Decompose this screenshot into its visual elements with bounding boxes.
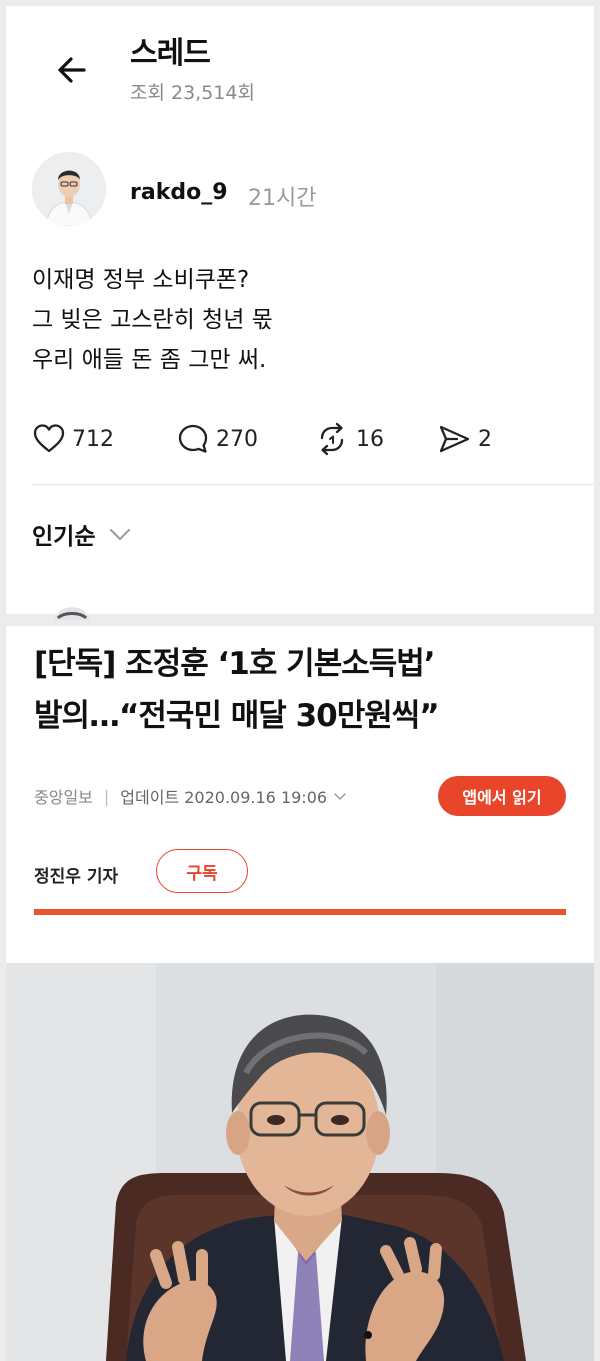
like-count: 712	[72, 426, 114, 452]
divider	[32, 484, 594, 485]
subscribe-button[interactable]: 구독	[156, 849, 248, 893]
repost-icon	[320, 422, 344, 456]
repost-count: 16	[356, 426, 384, 452]
back-button[interactable]	[48, 46, 96, 94]
post-line: 우리 애들 돈 좀 그만 써.	[32, 347, 267, 373]
avatar[interactable]	[32, 152, 106, 226]
meta-separator: |	[103, 786, 110, 806]
share-count: 2	[478, 426, 492, 452]
avatar-photo	[32, 152, 106, 226]
comment-count: 270	[216, 426, 258, 452]
chevron-down-icon[interactable]	[333, 789, 347, 803]
article-photo	[6, 963, 594, 1361]
post-body: 이재명 정부 소비쿠폰? 그 빚은 고스란히 청년 몫 우리 애들 돈 좀 그만…	[32, 260, 273, 380]
headline-line: [단독] 조정훈 ‘1호 기본소득법’	[34, 646, 436, 682]
chevron-down-icon	[110, 529, 131, 540]
article-meta: 중앙일보 | 업데이트 2020.09.16 19:06	[34, 784, 347, 808]
article-headline[interactable]: [단독] 조정훈 ‘1호 기본소득법’ 발의…“전국민 매달 30만원씩”	[34, 638, 440, 742]
sort-label: 인기순	[32, 524, 96, 550]
sort-dropdown[interactable]: 인기순	[32, 514, 133, 554]
accent-divider	[34, 909, 566, 915]
comment-button[interactable]: 270	[176, 416, 258, 462]
news-article: [단독] 조정훈 ‘1호 기본소득법’ 발의…“전국민 매달 30만원씩” 중앙…	[6, 626, 594, 1361]
action-bar: 712 270 16 2	[32, 416, 572, 462]
updated-time: 업데이트 2020.09.16 19:06	[120, 788, 328, 807]
share-icon	[439, 425, 470, 453]
next-reply-avatar	[52, 606, 92, 620]
news-source: 중앙일보	[34, 788, 93, 807]
repost-button[interactable]: 16	[314, 416, 384, 462]
back-arrow-icon	[58, 57, 86, 83]
thread-panel: 스레드 조회 23,514회 rakdo_9 21시간 이재명 정부 소비쿠폰?…	[6, 6, 594, 620]
post-line: 그 빚은 고스란히 청년 몫	[32, 307, 273, 333]
post-time: 21시간	[248, 186, 317, 211]
read-in-app-button[interactable]: 앱에서 읽기	[438, 776, 566, 816]
heart-icon	[33, 424, 65, 453]
reporter-name: 정진우 기자	[34, 867, 119, 887]
like-button[interactable]: 712	[32, 416, 114, 462]
author-name[interactable]: rakdo_9	[130, 180, 228, 205]
post-line: 이재명 정부 소비쿠폰?	[32, 267, 250, 293]
photo-illustration	[6, 963, 594, 1361]
share-button[interactable]: 2	[436, 416, 492, 462]
view-count: 조회 23,514회	[130, 82, 255, 104]
page-title: 스레드	[130, 36, 211, 71]
headline-line: 발의…“전국민 매달 30만원씩”	[34, 698, 440, 734]
comment-icon	[178, 424, 208, 453]
